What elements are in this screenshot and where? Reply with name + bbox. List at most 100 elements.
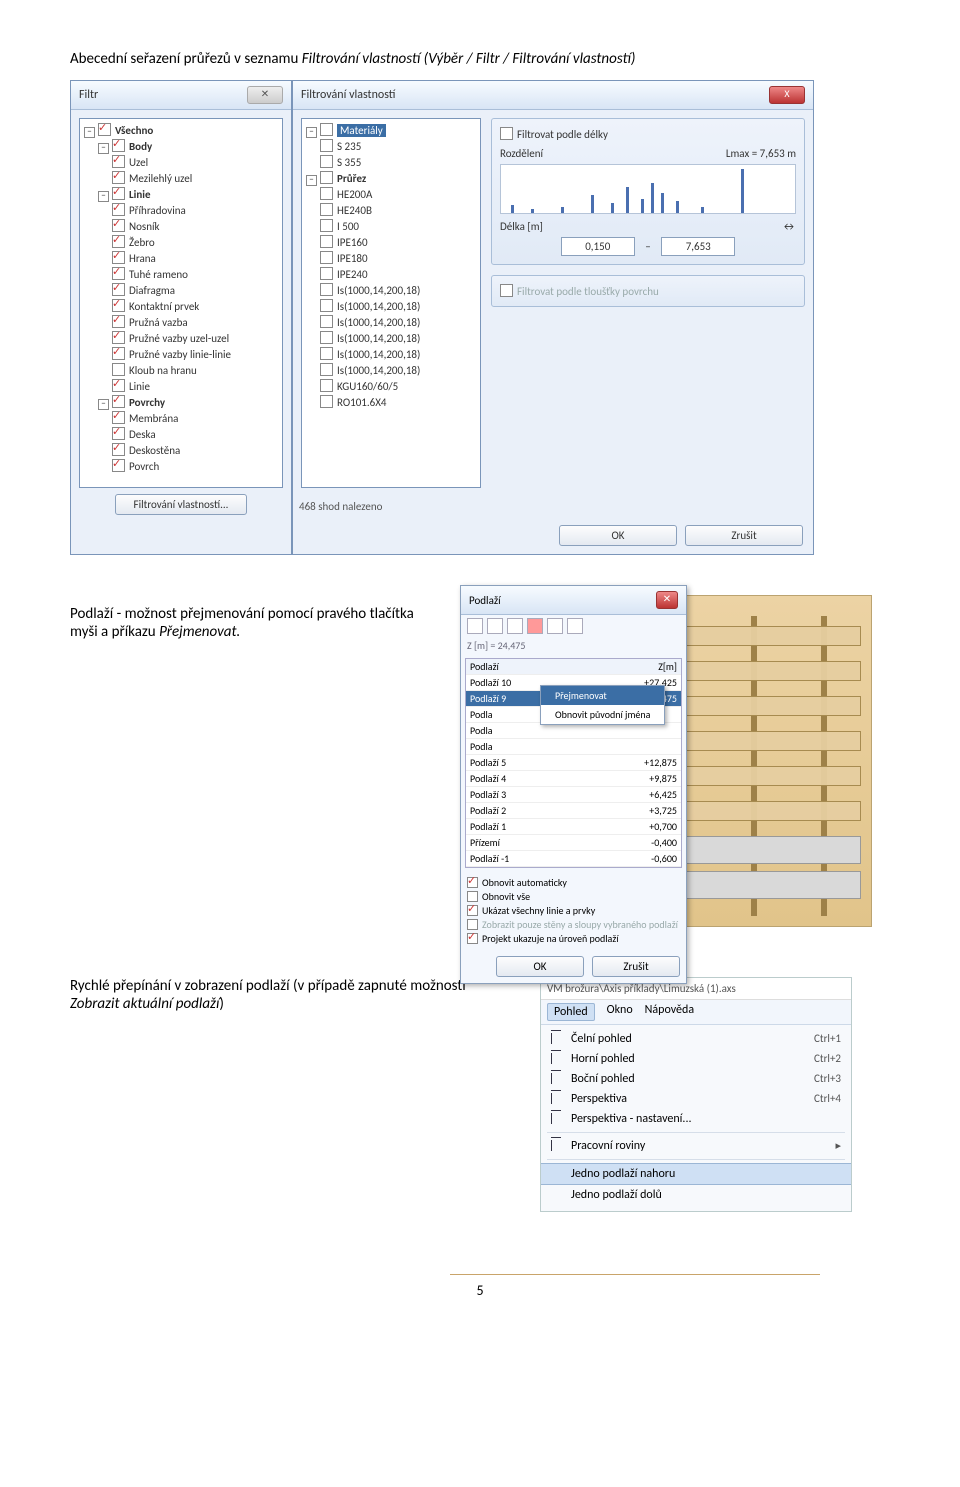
opt-label: Obnovit automaticky	[482, 876, 567, 889]
checkbox[interactable]	[112, 235, 125, 248]
checkbox[interactable]	[112, 395, 125, 408]
checkbox[interactable]	[320, 267, 333, 280]
close-icon[interactable]: X	[769, 86, 805, 104]
checkbox[interactable]	[112, 331, 125, 344]
tool-icon[interactable]	[567, 618, 583, 634]
checkbox[interactable]	[320, 251, 333, 264]
table-row[interactable]: Podlaží -1-0,600	[466, 851, 681, 867]
collapse-icon[interactable]: −	[98, 399, 109, 410]
checkbox[interactable]	[467, 891, 478, 902]
checkbox[interactable]	[467, 933, 478, 944]
menu-item[interactable]: PerspektivaCtrl+4	[541, 1089, 851, 1109]
checkbox[interactable]	[112, 299, 125, 312]
checkbox[interactable]	[112, 427, 125, 440]
checkbox[interactable]	[500, 127, 513, 140]
tree-materialy[interactable]: Materiály	[337, 124, 386, 137]
close-icon[interactable]: ✕	[247, 86, 283, 104]
checkbox[interactable]	[320, 315, 333, 328]
cancel-button[interactable]: Zrušit	[685, 525, 803, 546]
checkbox[interactable]	[112, 315, 125, 328]
checkbox[interactable]	[112, 283, 125, 296]
length-to-input[interactable]: 7,653	[661, 237, 735, 256]
checkbox[interactable]	[320, 283, 333, 296]
checkbox[interactable]	[112, 171, 125, 184]
menu-tab-okno[interactable]: Okno	[607, 1003, 633, 1021]
tree-item-label: Povrch	[129, 460, 159, 473]
table-row[interactable]: Podlaží 5+12,875	[466, 755, 681, 771]
tool-icon[interactable]	[547, 618, 563, 634]
checkbox[interactable]	[320, 347, 333, 360]
table-row[interactable]: Podla	[466, 739, 681, 755]
checkbox[interactable]	[320, 379, 333, 392]
menu-item[interactable]: Čelní pohledCtrl+1	[541, 1029, 851, 1049]
checkbox[interactable]	[320, 395, 333, 408]
vlast-tree[interactable]: −Materiály S 235S 355 −Průřez HE200AHE24…	[301, 118, 481, 488]
checkbox[interactable]	[112, 347, 125, 360]
checkbox[interactable]	[112, 443, 125, 456]
ok-button[interactable]: OK	[559, 525, 677, 546]
checkbox[interactable]	[320, 139, 333, 152]
ok-button[interactable]: OK	[496, 956, 584, 977]
checkbox[interactable]	[112, 363, 125, 376]
opt-label: Obnovit vše	[482, 890, 530, 903]
collapse-icon[interactable]: −	[306, 127, 317, 138]
tool-icon[interactable]	[467, 618, 483, 634]
ctx-rename[interactable]: Přejmenovat	[541, 686, 664, 705]
table-row[interactable]: Podlaží 4+9,875	[466, 771, 681, 787]
checkbox[interactable]	[112, 459, 125, 472]
collapse-icon[interactable]: −	[306, 175, 317, 186]
filter-properties-button[interactable]: Filtrování vlastností...	[115, 494, 248, 515]
table-row[interactable]: Přízemí-0,400	[466, 835, 681, 851]
checkbox[interactable]	[320, 203, 333, 216]
checkbox[interactable]	[467, 877, 478, 888]
checkbox[interactable]	[112, 251, 125, 264]
checkbox[interactable]	[112, 379, 125, 392]
checkbox[interactable]	[112, 187, 125, 200]
context-menu[interactable]: Přejmenovat Obnovit původní jména	[540, 685, 665, 725]
menu-shortcut: Ctrl+1	[814, 1032, 841, 1046]
checkbox[interactable]	[112, 139, 125, 152]
checkbox[interactable]	[467, 905, 478, 916]
checkbox[interactable]	[320, 299, 333, 312]
menu-bar[interactable]: Pohled Okno Nápověda	[541, 1000, 851, 1025]
collapse-icon[interactable]: −	[98, 143, 109, 154]
menu-item-floor-up[interactable]: Jedno podlaží nahoru	[541, 1163, 851, 1185]
menu-item-workplanes[interactable]: Pracovní roviny ▸	[541, 1136, 851, 1156]
cancel-button[interactable]: Zrušit	[592, 956, 680, 977]
collapse-icon[interactable]: −	[98, 191, 109, 202]
tool-icon[interactable]	[487, 618, 503, 634]
collapse-icon[interactable]: −	[84, 127, 95, 138]
tree-item-label: Is(1000,14,200,18)	[337, 284, 420, 297]
checkbox[interactable]	[320, 363, 333, 376]
menu-item[interactable]: Horní pohledCtrl+2	[541, 1049, 851, 1069]
table-row[interactable]: Podlaží 1+0,700	[466, 819, 681, 835]
checkbox[interactable]	[320, 123, 333, 136]
checkbox[interactable]	[112, 155, 125, 168]
checkbox[interactable]	[112, 267, 125, 280]
checkbox[interactable]	[320, 219, 333, 232]
checkbox[interactable]	[112, 219, 125, 232]
checkbox[interactable]	[98, 123, 111, 136]
length-from-input[interactable]: 0,150	[561, 237, 635, 256]
tool-icon[interactable]	[507, 618, 523, 634]
delete-icon[interactable]	[527, 618, 543, 634]
menu-item-floor-down[interactable]: Jedno podlaží dolů	[541, 1185, 851, 1205]
checkbox[interactable]	[112, 411, 125, 424]
checkbox[interactable]	[500, 284, 513, 297]
checkbox[interactable]	[320, 155, 333, 168]
checkbox[interactable]	[320, 235, 333, 248]
close-icon[interactable]: ✕	[656, 591, 678, 609]
menu-item[interactable]: Perspektiva - nastavení...	[541, 1109, 851, 1129]
menu-tab-pohled[interactable]: Pohled	[547, 1003, 595, 1021]
menu-item[interactable]: Boční pohledCtrl+3	[541, 1069, 851, 1089]
checkbox[interactable]	[320, 187, 333, 200]
table-row[interactable]: Podlaží 3+6,425	[466, 787, 681, 803]
checkbox[interactable]	[320, 331, 333, 344]
ctx-restore[interactable]: Obnovit původní jména	[541, 705, 664, 724]
menu-tab-napoveda[interactable]: Nápověda	[645, 1003, 694, 1021]
filtr-tree[interactable]: −Všechno −Body UzelMezilehlý uzel −Linie…	[79, 118, 283, 488]
checkbox[interactable]	[320, 171, 333, 184]
table-row[interactable]: Podlaží 2+3,725	[466, 803, 681, 819]
checkbox[interactable]	[112, 203, 125, 216]
view-dropdown-menu[interactable]: Čelní pohledCtrl+1Horní pohledCtrl+2Bočn…	[541, 1025, 851, 1211]
